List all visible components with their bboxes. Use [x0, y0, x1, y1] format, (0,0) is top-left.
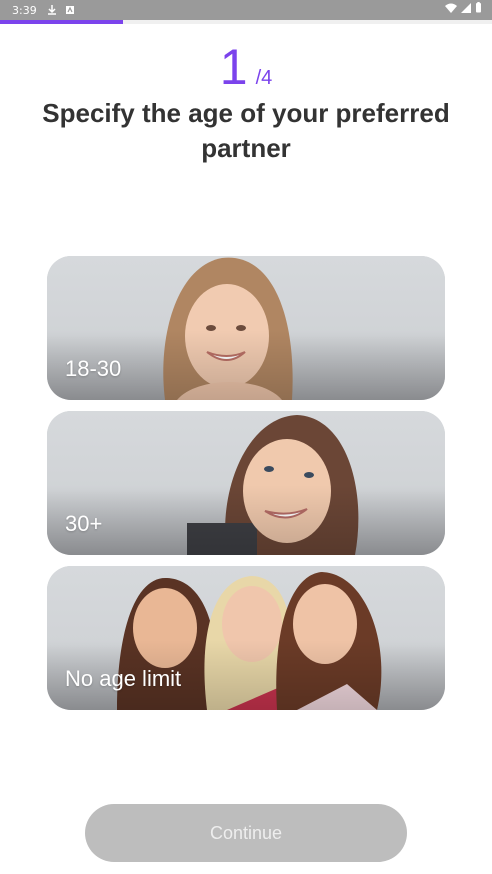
- age-option-label: 18-30: [65, 356, 122, 381]
- app-notification-icon: [65, 6, 74, 14]
- age-option-label: 30+: [65, 511, 103, 536]
- progress-bar: [0, 20, 492, 24]
- status-bar: 3:39: [0, 0, 492, 20]
- step-indicator: 1/4: [0, 42, 492, 92]
- download-icon: [47, 5, 56, 15]
- age-option-label: No age limit: [65, 666, 182, 691]
- step-total: /4: [255, 67, 273, 89]
- signal-icon: [461, 2, 471, 13]
- step-current: 1: [219, 39, 248, 95]
- progress-fill: [0, 20, 123, 24]
- age-option-30-plus[interactable]: 30+: [47, 411, 445, 555]
- continue-button[interactable]: Continue: [85, 804, 407, 862]
- age-option-18-30[interactable]: 18-30: [47, 256, 445, 400]
- age-option-no-limit[interactable]: No age limit: [47, 566, 445, 710]
- wifi-icon: [445, 3, 457, 13]
- battery-icon: [476, 2, 481, 13]
- status-time: 3:39: [12, 3, 37, 17]
- page-title: Specify the age of your preferred partne…: [42, 98, 450, 163]
- card-shade: [47, 485, 445, 555]
